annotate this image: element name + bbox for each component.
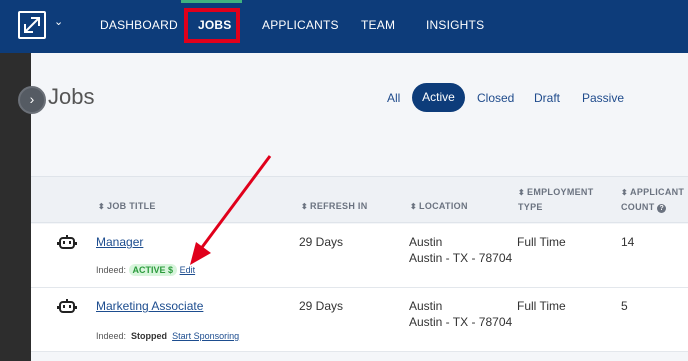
chevron-down-icon[interactable]: ⌄: [54, 15, 63, 28]
col-applicant-count[interactable]: ⬍ APPLICANT COUNT ?: [621, 185, 684, 214]
filter-closed[interactable]: Closed: [477, 91, 514, 105]
refresh-in: 29 Days: [299, 235, 344, 249]
location-city: Austin: [409, 235, 443, 249]
job-title-link[interactable]: Marketing Associate: [96, 298, 203, 314]
location-full: Austin - TX - 78704: [409, 315, 513, 329]
location-city: Austin: [409, 299, 443, 313]
filter-passive[interactable]: Passive: [582, 91, 624, 105]
col-refresh-in[interactable]: ⬍ REFRESH IN: [301, 199, 368, 214]
job-title-link[interactable]: Manager: [96, 234, 143, 250]
table-header: ⬍ JOB TITLE ⬍ REFRESH IN ⬍ LOCATION ⬍ EMPLOY…: [31, 176, 688, 223]
sidebar-expand-icon[interactable]: ›: [18, 86, 46, 114]
page-title: Jobs: [48, 84, 95, 109]
col-job-title[interactable]: ⬍ JOB TITLE: [98, 199, 156, 214]
applicant-count[interactable]: 14: [621, 234, 634, 250]
col-employment-type[interactable]: ⬍ EMPLOYMENT TYPE: [518, 185, 594, 214]
sort-icon: ⬍: [518, 188, 526, 197]
table-row: Manager Indeed: ACTIVE $ Edit 29 Days Au…: [31, 224, 688, 288]
filter-draft[interactable]: Draft: [534, 91, 560, 105]
robot-icon: [57, 299, 77, 313]
filter-active[interactable]: Active: [412, 83, 465, 112]
status-badge: Stopped: [131, 331, 168, 341]
status-badge: ACTIVE $: [128, 264, 178, 276]
table-row: Marketing Associate Indeed: Stopped Star…: [31, 288, 688, 352]
source-label: Indeed:: [96, 331, 127, 341]
jobs-highlight-box: [184, 8, 240, 43]
nav-insights[interactable]: INSIGHTS: [426, 18, 484, 32]
sort-icon: ⬍: [301, 202, 309, 211]
edit-link[interactable]: Edit: [180, 265, 196, 275]
employment-type: Full Time: [517, 235, 566, 249]
logo-icon[interactable]: [18, 11, 46, 39]
employment-type: Full Time: [517, 299, 566, 313]
source-label: Indeed:: [96, 265, 127, 275]
location-full: Austin - TX - 78704: [409, 251, 513, 265]
col-location[interactable]: ⬍ LOCATION: [410, 199, 468, 214]
help-icon[interactable]: ?: [657, 204, 667, 213]
robot-icon: [57, 235, 77, 249]
applicant-count[interactable]: 5: [621, 298, 628, 314]
sponsorship-status: Indeed: Stopped Start Sponsoring: [96, 331, 239, 341]
sort-icon: ⬍: [410, 202, 418, 211]
nav-team[interactable]: TEAM: [361, 18, 395, 32]
top-nav: ⌄ DASHBOARD JOBS APPLICANTS TEAM INSIGHT…: [0, 0, 688, 53]
filter-all[interactable]: All: [387, 91, 400, 105]
nav-dashboard[interactable]: DASHBOARD: [100, 18, 178, 32]
sort-icon: ⬍: [621, 188, 629, 197]
refresh-in: 29 Days: [299, 299, 344, 313]
sponsorship-status: Indeed: ACTIVE $ Edit: [96, 264, 195, 276]
nav-active-indicator: [181, 0, 242, 3]
sort-icon: ⬍: [98, 202, 106, 211]
start-sponsoring-link[interactable]: Start Sponsoring: [172, 331, 239, 341]
nav-applicants[interactable]: APPLICANTS: [262, 18, 339, 32]
